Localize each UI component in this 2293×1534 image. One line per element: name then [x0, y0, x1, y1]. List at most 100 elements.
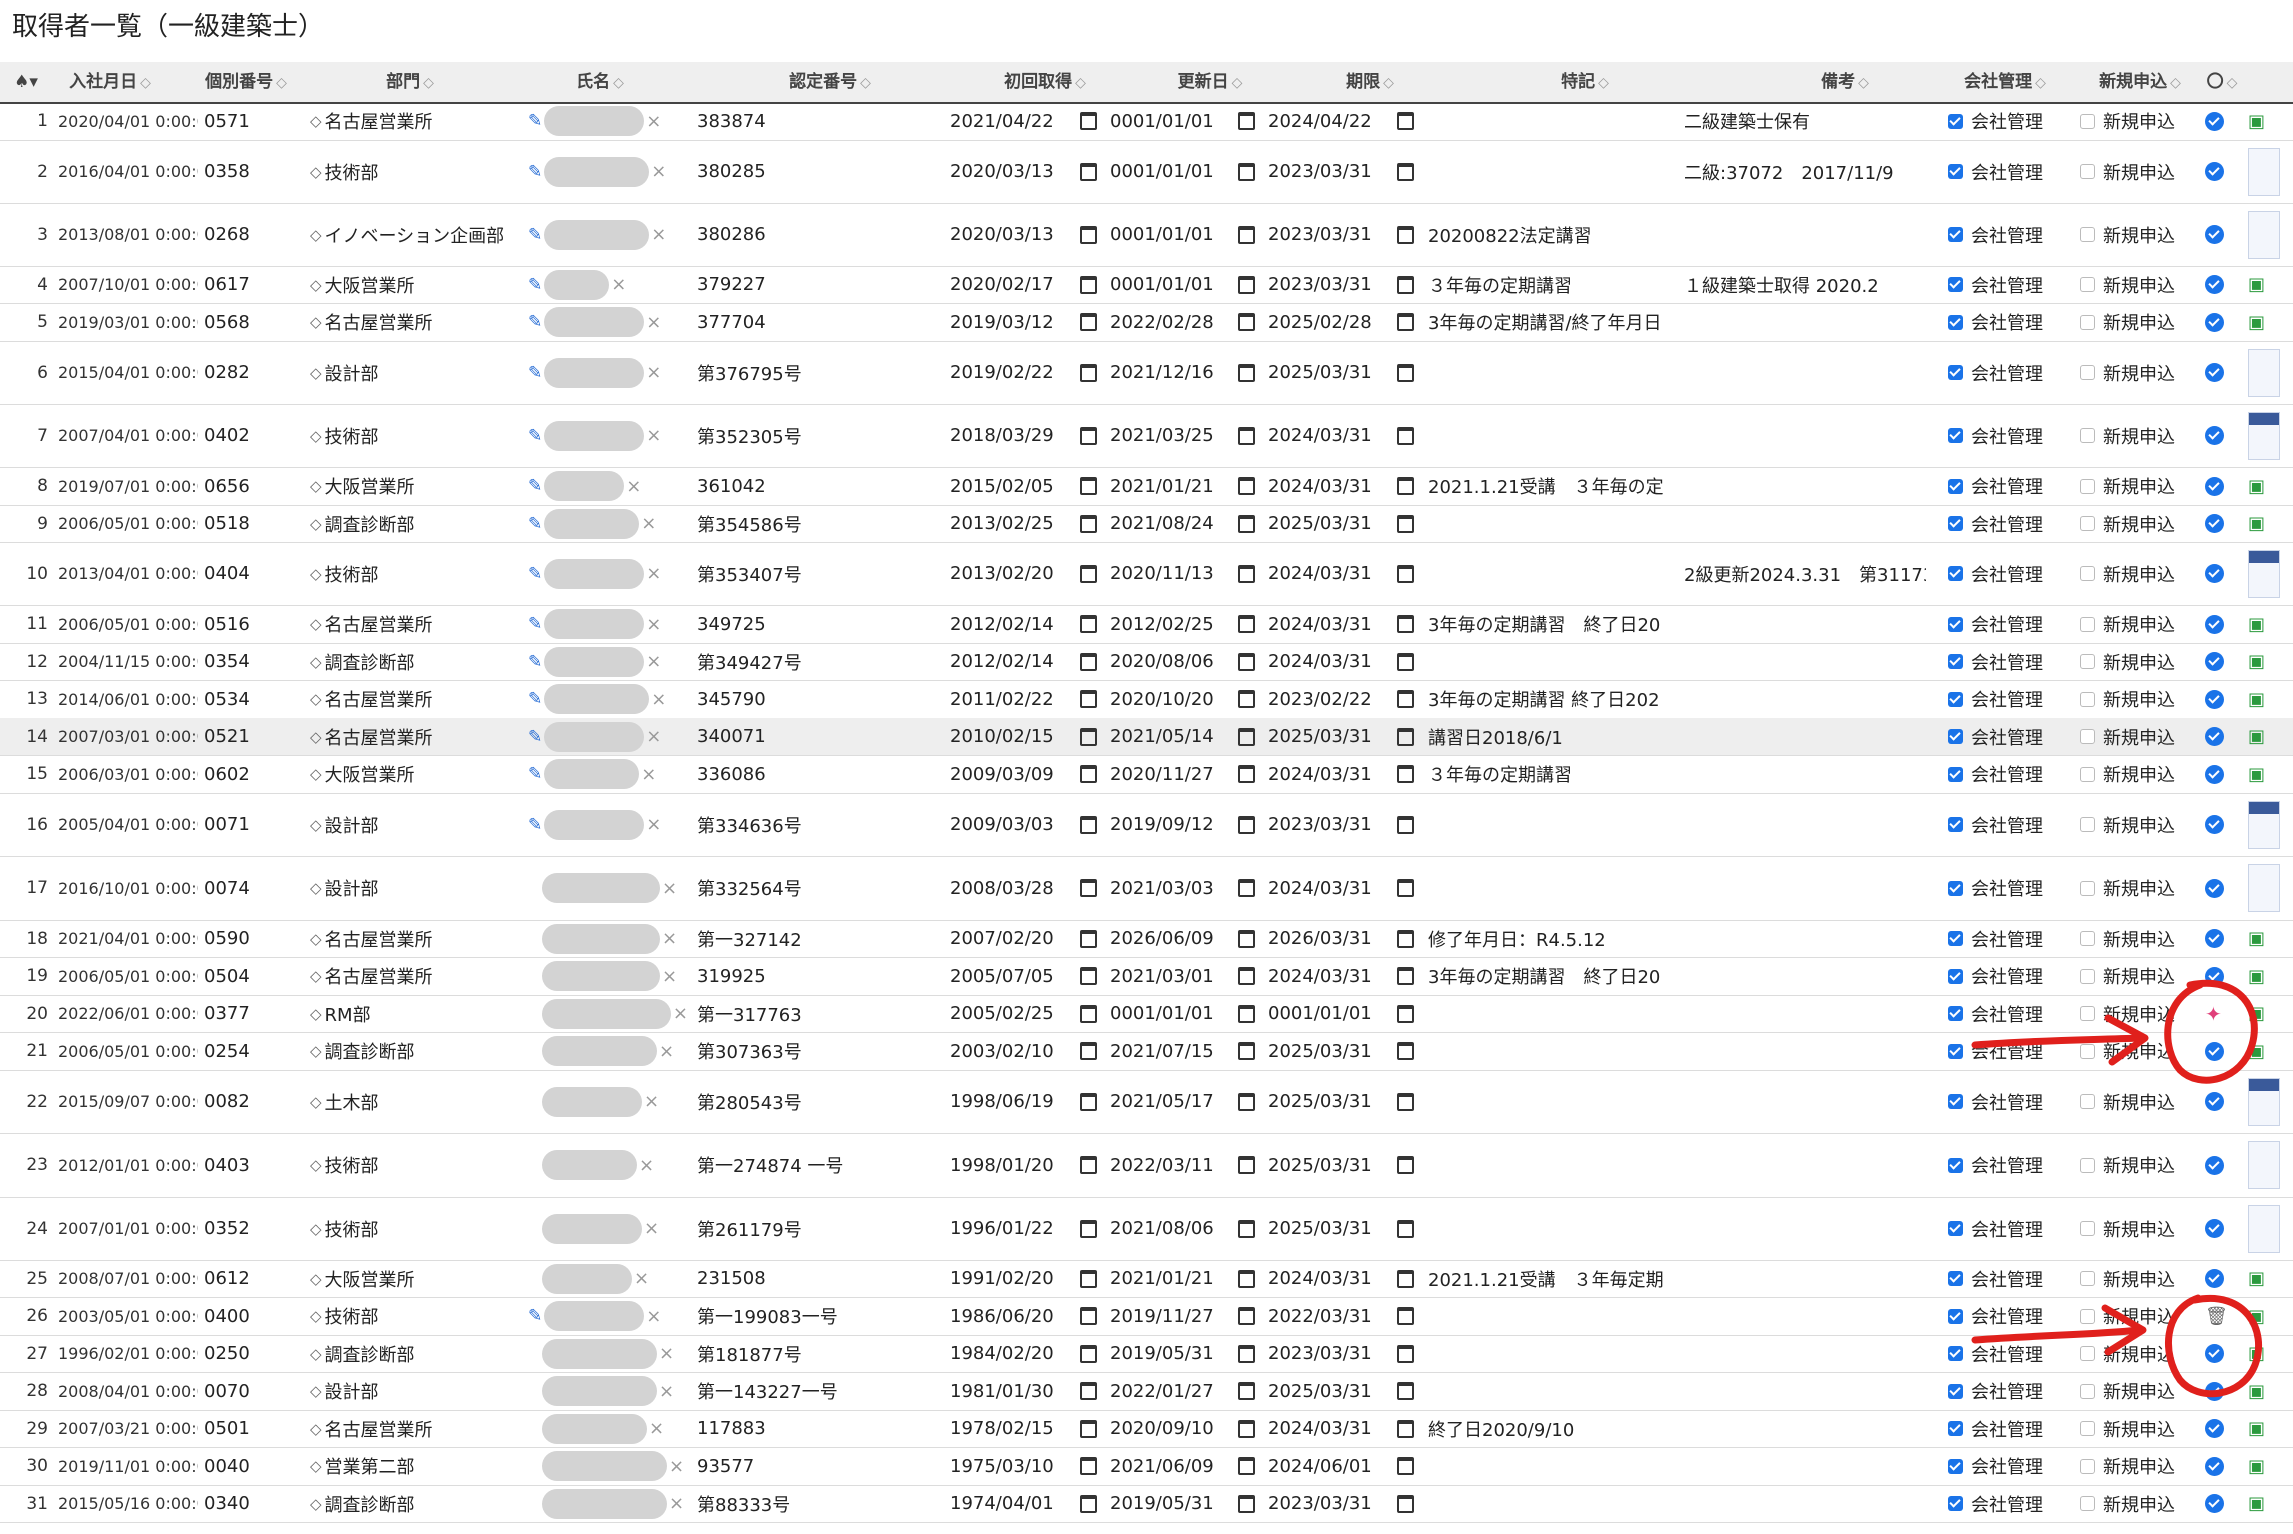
- remark-cell[interactable]: 二級:37072 2017/11/9: [1684, 140, 1926, 203]
- table-row[interactable]: 28 2008/04/01 0:00:00 0070 ◇設計部 × 第一143227一号 1…: [0, 1372, 2293, 1411]
- attachment-cell[interactable]: ▣: [2248, 1260, 2293, 1297]
- name-cell[interactable]: ✎ ×: [528, 140, 688, 203]
- calendar-button[interactable]: [1238, 102, 1268, 140]
- calendar-button[interactable]: [1397, 1372, 1427, 1410]
- calendar-button[interactable]: [1397, 1410, 1427, 1447]
- image-icon[interactable]: ▣: [2248, 1041, 2265, 1062]
- remark-cell[interactable]: [1684, 203, 1926, 266]
- edit-pencil-icon[interactable]: ✎: [528, 162, 542, 182]
- edit-pencil-icon[interactable]: ✎: [528, 764, 542, 784]
- remark-cell[interactable]: １級建築士取得 2020.2: [1684, 266, 1926, 303]
- image-icon[interactable]: ▣: [2248, 111, 2265, 132]
- status-cell[interactable]: [2205, 755, 2235, 793]
- status-cell[interactable]: [2205, 303, 2235, 341]
- table-row[interactable]: 152006/03/01 0:00:000602◇大阪営業所✎×33608620…: [0, 755, 2293, 794]
- calendar-button[interactable]: [1238, 1133, 1268, 1197]
- edit-pencil-icon[interactable]: ✎: [528, 312, 542, 332]
- department-cell[interactable]: ◇ 名古屋営業所: [310, 957, 530, 995]
- calendar-button[interactable]: [1238, 1070, 1268, 1133]
- clear-icon[interactable]: ×: [646, 312, 661, 333]
- check-circle-icon[interactable]: [2205, 929, 2224, 948]
- note-cell[interactable]: [1428, 1447, 1674, 1485]
- check-circle-icon[interactable]: [2205, 162, 2224, 181]
- name-cell[interactable]: ✎ ×: [528, 1297, 688, 1335]
- name-cell[interactable]: ✎ ×: [528, 755, 688, 793]
- new-application-checkbox[interactable]: 新規申込: [2080, 793, 2200, 856]
- calendar-button[interactable]: [1397, 605, 1427, 643]
- calendar-button[interactable]: [1080, 203, 1110, 266]
- attachment-cell[interactable]: ▣: [2248, 1485, 2293, 1522]
- calendar-button[interactable]: [1080, 266, 1110, 303]
- clear-icon[interactable]: ×: [646, 651, 661, 672]
- clear-icon[interactable]: ×: [662, 878, 677, 899]
- department-cell[interactable]: ◇ 技術部: [310, 542, 530, 605]
- calendar-button[interactable]: [1238, 1335, 1268, 1372]
- attachment-cell[interactable]: ▣: [2248, 605, 2293, 643]
- edit-pencil-icon[interactable]: ✎: [528, 564, 542, 584]
- name-cell[interactable]: ✎ ×: [528, 718, 688, 755]
- attachment-cell[interactable]: ▣: [2248, 1297, 2293, 1335]
- image-icon[interactable]: ▣: [2248, 764, 2265, 785]
- document-thumbnail-icon[interactable]: [2248, 549, 2280, 598]
- attachment-cell[interactable]: ▣: [2248, 467, 2293, 505]
- document-thumbnail-icon[interactable]: [2248, 1141, 2280, 1189]
- note-cell[interactable]: [1428, 1133, 1674, 1197]
- note-cell[interactable]: 講習日2018/6/1: [1428, 718, 1674, 755]
- note-cell[interactable]: 2021.1.21受講 ３年毎定期: [1428, 1260, 1674, 1297]
- calendar-button[interactable]: [1397, 793, 1427, 856]
- calendar-button[interactable]: [1397, 140, 1427, 203]
- calendar-button[interactable]: [1397, 718, 1427, 755]
- department-cell[interactable]: ◇ 名古屋営業所: [310, 920, 530, 957]
- attachment-cell[interactable]: [2248, 1070, 2293, 1133]
- table-row[interactable]: 32013/08/01 0:00:000268◇イノベーション企画部✎×3802…: [0, 203, 2293, 267]
- attachment-cell[interactable]: ▣: [2248, 1410, 2293, 1447]
- department-cell[interactable]: ◇ 名古屋営業所: [310, 718, 530, 755]
- remark-cell[interactable]: [1684, 1372, 1926, 1410]
- column-header-status[interactable]: 〇 ◇: [2200, 62, 2244, 102]
- status-cell[interactable]: [2205, 920, 2235, 957]
- name-cell[interactable]: ×: [528, 920, 688, 957]
- trash-icon[interactable]: 🗑: [2205, 1306, 2228, 1327]
- calendar-button[interactable]: [1080, 1447, 1110, 1485]
- calendar-button[interactable]: [1080, 542, 1110, 605]
- calendar-button[interactable]: [1397, 303, 1427, 341]
- new-application-checkbox[interactable]: 新規申込: [2080, 1297, 2200, 1335]
- name-cell[interactable]: ✎ ×: [528, 203, 688, 266]
- status-cell[interactable]: [2205, 1032, 2235, 1070]
- new-application-checkbox[interactable]: 新規申込: [2080, 1372, 2200, 1410]
- calendar-button[interactable]: [1397, 266, 1427, 303]
- department-cell[interactable]: ◇ 営業第二部: [310, 1447, 530, 1485]
- image-icon[interactable]: ▣: [2248, 1343, 2265, 1364]
- status-cell[interactable]: [2205, 793, 2235, 856]
- note-cell[interactable]: [1428, 1372, 1674, 1410]
- note-cell[interactable]: [1428, 1485, 1674, 1522]
- new-application-checkbox[interactable]: 新規申込: [2080, 856, 2200, 920]
- clear-icon[interactable]: ×: [646, 563, 661, 584]
- name-cell[interactable]: ×: [528, 957, 688, 995]
- note-cell[interactable]: [1428, 505, 1674, 542]
- column-header-name[interactable]: 氏名 ◇: [520, 62, 680, 102]
- clear-icon[interactable]: ×: [659, 1381, 674, 1402]
- remark-cell[interactable]: [1684, 605, 1926, 643]
- edit-pencil-icon[interactable]: ✎: [528, 514, 542, 534]
- attachment-cell[interactable]: [2248, 203, 2293, 266]
- new-application-checkbox[interactable]: 新規申込: [2080, 266, 2200, 303]
- name-cell[interactable]: ✎ ×: [528, 643, 688, 680]
- calendar-button[interactable]: [1238, 920, 1268, 957]
- edit-pencil-icon[interactable]: ✎: [528, 689, 542, 709]
- check-circle-icon[interactable]: [2205, 652, 2224, 671]
- name-cell[interactable]: ×: [528, 1070, 688, 1133]
- company-managed-checkbox[interactable]: 会社管理: [1948, 1297, 2070, 1335]
- company-managed-checkbox[interactable]: 会社管理: [1948, 957, 2070, 995]
- attachment-cell[interactable]: ▣: [2248, 303, 2293, 341]
- department-cell[interactable]: ◇ 技術部: [310, 140, 530, 203]
- calendar-button[interactable]: [1238, 1372, 1268, 1410]
- company-managed-checkbox[interactable]: 会社管理: [1948, 1447, 2070, 1485]
- table-row[interactable]: 20 2022/06/01 0:00:00 0377 ◇RM部 × 第一317763 200…: [0, 995, 2293, 1033]
- check-circle-icon[interactable]: [2205, 1092, 2224, 1111]
- department-cell[interactable]: ◇ 調査診断部: [310, 505, 530, 542]
- new-application-checkbox[interactable]: 新規申込: [2080, 1197, 2200, 1260]
- attachment-cell[interactable]: [2248, 1133, 2293, 1197]
- clear-icon[interactable]: ×: [611, 274, 626, 295]
- table-row[interactable]: 72007/04/01 0:00:000402◇技術部✎×第352305号201…: [0, 404, 2293, 468]
